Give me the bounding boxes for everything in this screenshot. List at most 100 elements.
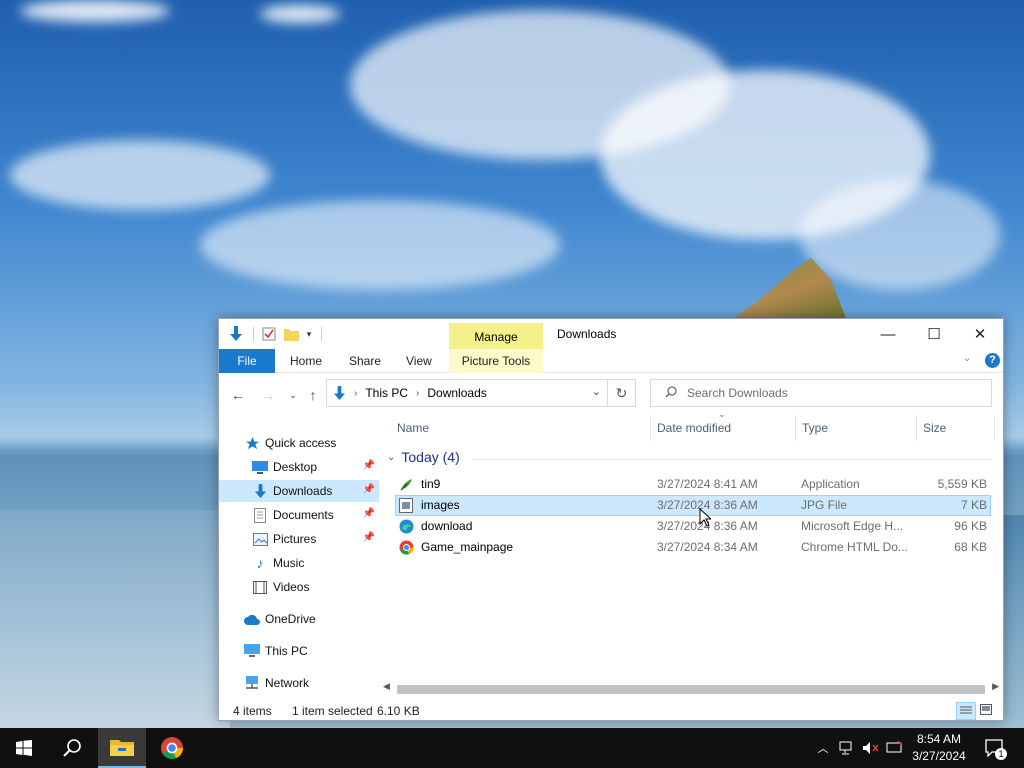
status-selection-size: 6.10 KB (377, 704, 420, 718)
nav-item-label: Quick access (265, 436, 337, 450)
notification-center-icon[interactable]: 1 (980, 728, 1010, 768)
nav-item-this-pc[interactable]: This PC (219, 640, 379, 662)
chevron-down-icon: ⌄ (387, 451, 396, 463)
pictures-icon (251, 531, 269, 547)
close-button[interactable]: ✕ (957, 319, 1003, 349)
back-arrow-icon[interactable]: ← (227, 385, 249, 405)
manage-contextual-tab[interactable]: Manage (449, 323, 543, 351)
column-header-type[interactable]: Type (796, 415, 917, 441)
search-box[interactable] (650, 379, 992, 407)
image-file-icon (399, 498, 414, 513)
start-icon[interactable] (0, 728, 48, 768)
download-icon[interactable] (227, 325, 245, 343)
file-row-tin9[interactable]: tin9 3/27/2024 8:41 AM Application 5,559… (395, 474, 991, 495)
minimize-button[interactable]: — (865, 319, 911, 349)
navigation-pane: Quick access Desktop 📌 Downloads 📌 Docum… (219, 415, 379, 701)
pin-icon[interactable]: 📌 (363, 508, 375, 519)
pin-icon[interactable]: 📌 (363, 484, 375, 495)
large-icons-view-icon[interactable] (980, 704, 992, 718)
separator (253, 327, 254, 341)
tab-picture-tools[interactable]: Picture Tools (449, 349, 543, 373)
scrollbar-thumb[interactable] (397, 685, 985, 694)
column-header-name[interactable]: Name (391, 415, 651, 441)
nav-item-downloads[interactable]: Downloads 📌 (219, 480, 379, 502)
breadcrumb-this-pc[interactable]: This PC (365, 386, 408, 400)
nav-item-desktop[interactable]: Desktop 📌 (219, 456, 379, 478)
file-date: 3/27/2024 8:36 AM (657, 498, 758, 512)
search-icon[interactable] (48, 728, 96, 768)
chrome-icon (399, 540, 414, 555)
nav-item-network[interactable]: Network (219, 672, 379, 694)
network-icon[interactable] (837, 728, 857, 768)
nav-item-documents[interactable]: Documents 📌 (219, 504, 379, 526)
breadcrumb-downloads[interactable]: Downloads (427, 386, 486, 400)
file-size: 68 KB (954, 540, 987, 554)
volume-muted-icon[interactable] (860, 728, 882, 768)
window-title: Downloads (557, 327, 617, 341)
file-date: 3/27/2024 8:41 AM (657, 477, 758, 491)
expand-ribbon-icon[interactable]: ⌄ (963, 353, 971, 364)
nav-item-label: Downloads (273, 484, 333, 498)
file-row-download[interactable]: download 3/27/2024 8:36 AM Microsoft Edg… (395, 516, 991, 537)
pin-icon[interactable]: 📌 (363, 532, 375, 543)
chevron-down-icon[interactable]: ⌄ (592, 385, 601, 398)
status-selection: 1 item selected (292, 704, 373, 718)
up-arrow-icon[interactable]: ↑ (302, 385, 324, 405)
nav-item-label: Documents (273, 508, 334, 522)
file-name: tin9 (421, 477, 441, 491)
cloud-icon (243, 611, 261, 627)
new-folder-icon[interactable] (282, 325, 300, 343)
file-row-images[interactable]: images 3/27/2024 8:36 AM JPG File 7 KB (395, 495, 991, 516)
nav-item-quick-access[interactable]: Quick access (219, 432, 379, 454)
nav-item-onedrive[interactable]: OneDrive (219, 608, 379, 630)
refresh-button[interactable]: ↻ (608, 379, 636, 407)
separator (321, 327, 322, 341)
nav-item-label: Pictures (273, 532, 317, 546)
file-name: Game_mainpage (421, 540, 514, 554)
search-input[interactable] (687, 386, 967, 400)
pin-icon[interactable]: 📌 (363, 460, 375, 471)
beach (0, 510, 230, 728)
properties-icon[interactable] (260, 325, 278, 343)
scroll-right-icon[interactable]: ▶ (992, 681, 999, 692)
file-size: 5,559 KB (937, 477, 987, 491)
nav-item-pictures[interactable]: Pictures 📌 (219, 528, 379, 550)
tab-view[interactable]: View (392, 349, 446, 373)
nav-item-videos[interactable]: Videos (219, 576, 379, 598)
videos-icon (251, 579, 269, 595)
title-bar: ▾ Manage Downloads — ☐ ✕ (219, 319, 1003, 351)
nav-item-music[interactable]: ♪ Music (219, 552, 379, 574)
taskbar-clock[interactable]: 8:54 AM 3/27/2024 (906, 731, 972, 765)
chevron-up-icon[interactable]: ︿ (814, 728, 832, 768)
file-type: Chrome HTML Do... (801, 540, 908, 554)
desktop-icon (251, 459, 269, 475)
search-icon (665, 385, 677, 401)
customize-toolbar-icon[interactable]: ▾ (303, 325, 315, 343)
documents-icon (251, 507, 269, 523)
maximize-button[interactable]: ☐ (911, 319, 957, 349)
nav-item-label: This PC (265, 644, 308, 658)
recent-locations-icon[interactable]: ⌄ (282, 385, 304, 405)
file-list: Name Date modified ⌄ Type Size ⌄ Today (… (381, 409, 1003, 685)
scroll-left-icon[interactable]: ◀ (383, 681, 390, 692)
file-explorer-icon[interactable] (98, 728, 146, 768)
help-icon[interactable]: ? (985, 353, 1000, 368)
tab-share[interactable]: Share (335, 349, 395, 373)
file-date: 3/27/2024 8:36 AM (657, 519, 758, 533)
address-bar[interactable]: › This PC › Downloads ⌄ (326, 379, 608, 407)
clock-time: 8:54 AM (916, 732, 962, 746)
group-header-today[interactable]: ⌄ Today (4) (387, 449, 460, 465)
horizontal-scrollbar[interactable]: ◀ ▶ (381, 681, 1003, 697)
chrome-icon[interactable] (148, 728, 196, 768)
details-view-icon[interactable] (956, 702, 976, 720)
breadcrumb-chevron-icon: › (416, 387, 420, 399)
tab-home[interactable]: Home (276, 349, 336, 373)
column-header-size[interactable]: Size (917, 415, 995, 441)
cloud (260, 5, 340, 23)
forward-arrow-icon[interactable]: → (257, 385, 279, 405)
group-label: Today (4) (401, 449, 460, 465)
tab-file[interactable]: File (219, 349, 275, 373)
status-bar: 4 items 1 item selected 6.10 KB (219, 700, 1003, 722)
file-row-game-mainpage[interactable]: Game_mainpage 3/27/2024 8:34 AM Chrome H… (395, 537, 991, 558)
display-icon[interactable] (884, 728, 906, 768)
